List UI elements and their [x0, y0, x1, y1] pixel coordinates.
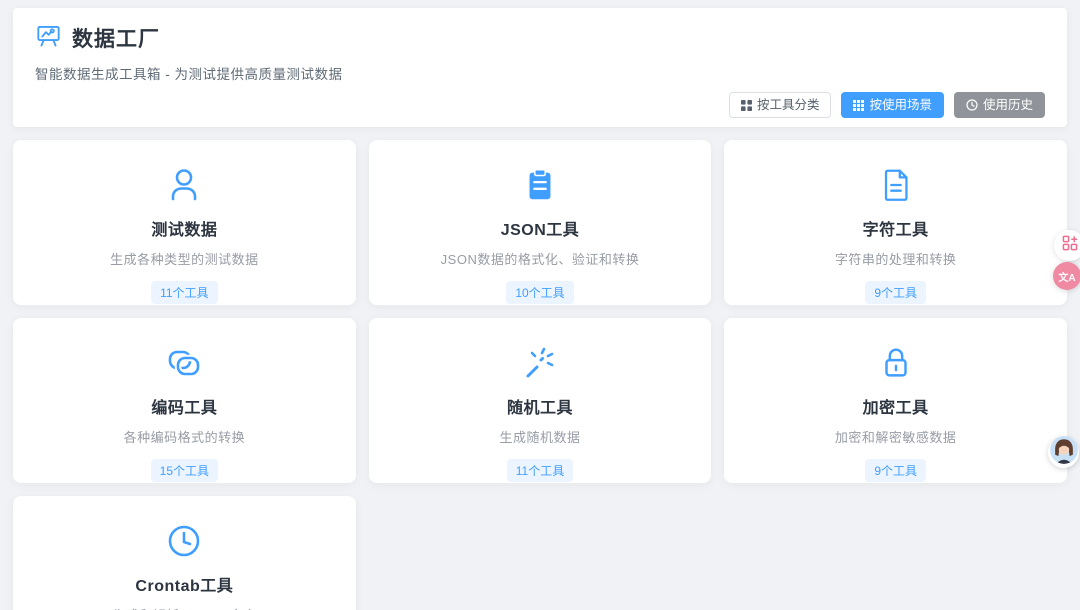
menu-grid-icon — [853, 99, 865, 111]
category-description: 各种编码格式的转换 — [123, 430, 246, 445]
category-title: Crontab工具 — [135, 578, 234, 595]
category-title: 编码工具 — [151, 400, 218, 417]
category-title: 测试数据 — [151, 222, 218, 239]
link-icon — [164, 343, 204, 383]
tool-count-badge: 9个工具 — [865, 281, 926, 304]
clock-icon — [966, 99, 978, 111]
category-card-crontab-tools[interactable]: Crontab工具 生成和解析Crontab命令 4个工具 — [13, 496, 356, 610]
translate-icon: 文A — [1058, 272, 1076, 284]
page-title: 数据工厂 — [72, 28, 160, 51]
page-subtitle: 智能数据生成工具箱 - 为测试提供高质量测试数据 — [35, 67, 343, 82]
user-icon — [164, 165, 204, 205]
category-card-crypto-tools[interactable]: 加密工具 加密和解密敏感数据 9个工具 — [724, 318, 1067, 483]
apps-plus-icon — [1062, 235, 1078, 256]
category-description: 加密和解密敏感数据 — [834, 430, 957, 445]
lock-icon — [876, 343, 916, 383]
category-description: 生成和解析Crontab命令 — [112, 605, 256, 610]
tool-count-badge: 15个工具 — [150, 459, 218, 482]
category-grid: 测试数据 生成各种类型的测试数据 11个工具 JSON工具 JSON数据的格式化… — [13, 140, 1067, 610]
translate-extension-button[interactable]: 文A — [1053, 262, 1080, 290]
category-card-string-tools[interactable]: 字符工具 字符串的处理和转换 9个工具 — [724, 140, 1067, 305]
category-title: JSON工具 — [500, 222, 580, 239]
tool-count-badge: 10个工具 — [506, 281, 574, 304]
tool-count-badge: 11个工具 — [506, 459, 574, 482]
category-title: 加密工具 — [862, 400, 929, 417]
tool-count-badge: 11个工具 — [151, 281, 218, 304]
sort-by-tool-type-button[interactable]: 按工具分类 — [728, 92, 832, 118]
category-title: 字符工具 — [862, 222, 929, 239]
category-card-json-tools[interactable]: JSON工具 JSON数据的格式化、验证和转换 10个工具 — [368, 140, 712, 305]
assistant-avatar[interactable] — [1048, 436, 1079, 469]
category-card-test-data[interactable]: 测试数据 生成各种类型的测试数据 11个工具 — [13, 140, 356, 305]
clipboard-icon — [520, 165, 560, 205]
clock-icon — [164, 521, 204, 561]
tool-count-badge: 9个工具 — [865, 459, 926, 482]
page-header: 数据工厂 智能数据生成工具箱 - 为测试提供高质量测试数据 按工具分类 按使用场… — [13, 8, 1067, 127]
category-description: 生成随机数据 — [499, 430, 581, 445]
data-board-icon — [35, 22, 62, 54]
grid-icon — [740, 99, 752, 111]
category-description: 字符串的处理和转换 — [834, 252, 957, 267]
magic-wand-icon — [520, 343, 560, 383]
sort-by-scene-button[interactable]: 按使用场景 — [841, 92, 944, 118]
usage-history-button[interactable]: 使用历史 — [953, 92, 1045, 118]
category-title: 随机工具 — [506, 400, 573, 417]
avatar-girl-icon — [1049, 436, 1078, 469]
category-description: 生成各种类型的测试数据 — [110, 252, 259, 267]
category-description: JSON数据的格式化、验证和转换 — [440, 252, 640, 267]
view-switcher: 按工具分类 按使用场景 使用历史 — [35, 92, 1045, 118]
category-card-random-tools[interactable]: 随机工具 生成随机数据 11个工具 — [368, 318, 712, 483]
category-card-encoding-tools[interactable]: 编码工具 各种编码格式的转换 15个工具 — [13, 318, 356, 483]
document-icon — [876, 165, 916, 205]
extension-apps-button[interactable] — [1054, 230, 1080, 261]
